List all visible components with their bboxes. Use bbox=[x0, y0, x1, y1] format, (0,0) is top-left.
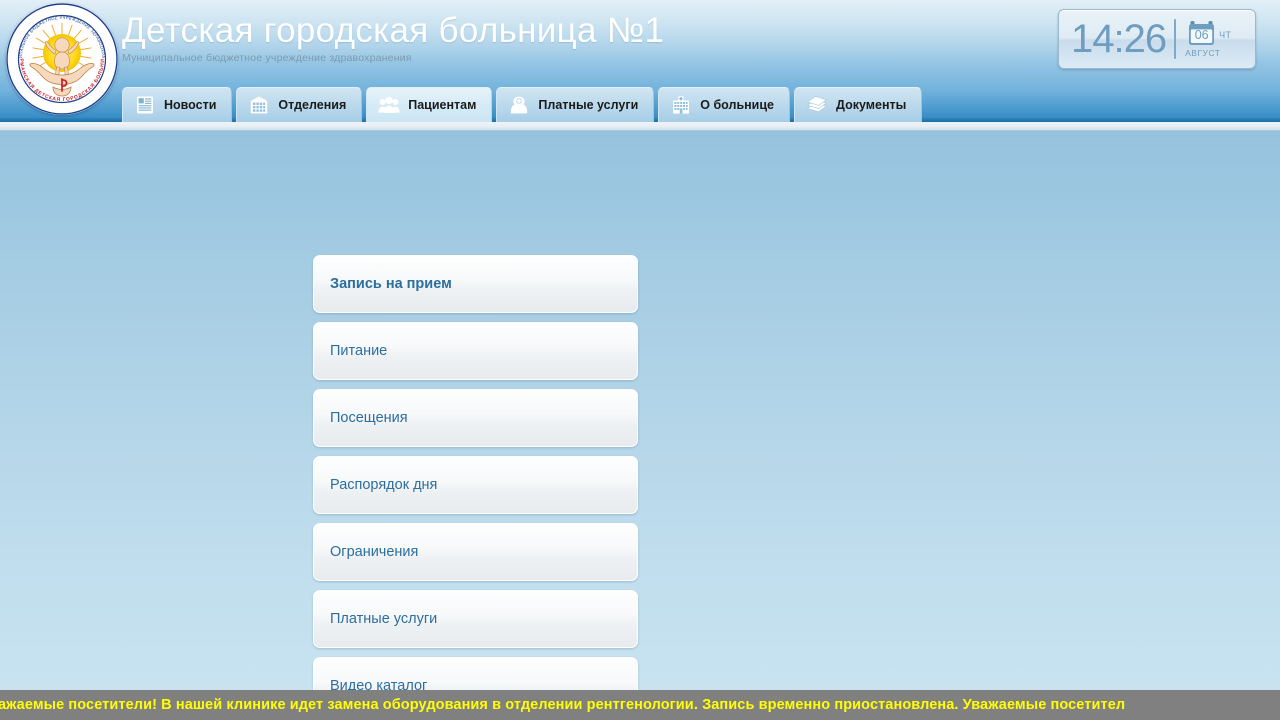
menu-button-label: Видео каталог bbox=[330, 678, 428, 690]
calendar-month: АВГУСТ bbox=[1185, 47, 1221, 58]
building-icon bbox=[248, 94, 270, 116]
tab-label: Отделения bbox=[278, 98, 347, 112]
people-icon bbox=[378, 94, 400, 116]
clock-time: 14:26 bbox=[1071, 17, 1167, 61]
tab-novosti[interactable]: Новости bbox=[122, 87, 233, 122]
tab-o-bolnice[interactable]: О больнице bbox=[658, 87, 791, 122]
tab-label: Пациентам bbox=[408, 98, 477, 112]
tab-label: Новости bbox=[164, 98, 217, 112]
menu-button-poseshcheniya[interactable]: Посещения bbox=[313, 389, 638, 447]
page-title: Детская городская больница №1 bbox=[122, 11, 665, 50]
menu-button-rasporyadok-dnya[interactable]: Распорядок дня bbox=[313, 456, 638, 514]
title-block: Детская городская больница №1 Муниципаль… bbox=[122, 8, 1022, 65]
calendar-group: 06 ЧТ АВГУСТ bbox=[1185, 20, 1234, 59]
tab-label: Документы bbox=[836, 98, 907, 112]
calendar-day-number: 06 bbox=[1194, 27, 1209, 42]
kiosk-screen: МУНИЦИПАЛЬНОЕ БЮДЖЕТНОЕ УЧРЕЖДЕНИЕ ЗДРАВ… bbox=[0, 0, 1280, 720]
header-content-separator bbox=[0, 122, 1280, 131]
menu-button-label: Платные услуги bbox=[330, 611, 438, 627]
tab-platnye-uslugi[interactable]: Платные услуги bbox=[496, 87, 655, 122]
menu-button-label: Распорядок дня bbox=[330, 477, 438, 493]
menu-button-ogranicheniya[interactable]: Ограничения bbox=[313, 523, 638, 581]
patient-menu-grid: Запись на прием Питание Посещения Распор… bbox=[313, 255, 976, 690]
documents-icon bbox=[806, 94, 828, 116]
clock-date-widget: 14:26 06 ЧТ АВГУСТ bbox=[1058, 9, 1256, 69]
tab-label: О больнице bbox=[700, 98, 775, 112]
menu-button-pitanie[interactable]: Питание bbox=[313, 322, 638, 380]
news-icon bbox=[134, 94, 156, 116]
menu-button-zapis-na-priem[interactable]: Запись на прием bbox=[313, 255, 638, 313]
calendar-row: 06 ЧТ bbox=[1188, 20, 1231, 46]
tab-otdeleniya[interactable]: Отделения bbox=[236, 87, 363, 122]
calendar-icon: 06 bbox=[1188, 20, 1215, 46]
nurse-icon bbox=[508, 94, 530, 116]
menu-button-label: Посещения bbox=[330, 410, 408, 426]
announcement-ticker: лена. Уважаемые посетители! В нашей клин… bbox=[0, 690, 1280, 720]
hospital-emblem-logo: МУНИЦИПАЛЬНОЕ БЮДЖЕТНОЕ УЧРЕЖДЕНИЕ ЗДРАВ… bbox=[6, 3, 118, 115]
tab-dokumenty[interactable]: Документы bbox=[794, 87, 923, 122]
menu-button-platnye-uslugi[interactable]: Платные услуги bbox=[313, 590, 638, 648]
ticker-text: лена. Уважаемые посетители! В нашей клин… bbox=[0, 697, 1126, 713]
menu-button-label: Питание bbox=[330, 343, 388, 359]
main-navigation-tabs: Новости Отделения Пациентам Платные услу… bbox=[122, 87, 923, 122]
menu-button-label: Запись на прием bbox=[330, 276, 452, 292]
tab-label: Платные услуги bbox=[538, 98, 639, 112]
tab-pacientam[interactable]: Пациентам bbox=[366, 87, 493, 122]
hospital-icon bbox=[670, 94, 692, 116]
clock-divider bbox=[1174, 19, 1177, 59]
main-content: Запись на прием Питание Посещения Распор… bbox=[0, 131, 1280, 690]
menu-button-label: Ограничения bbox=[330, 544, 419, 560]
calendar-weekday: ЧТ bbox=[1219, 29, 1232, 40]
menu-button-video-katalog[interactable]: Видео каталог bbox=[313, 657, 638, 690]
patient-menu: Запись на прием Питание Посещения Распор… bbox=[313, 255, 976, 690]
